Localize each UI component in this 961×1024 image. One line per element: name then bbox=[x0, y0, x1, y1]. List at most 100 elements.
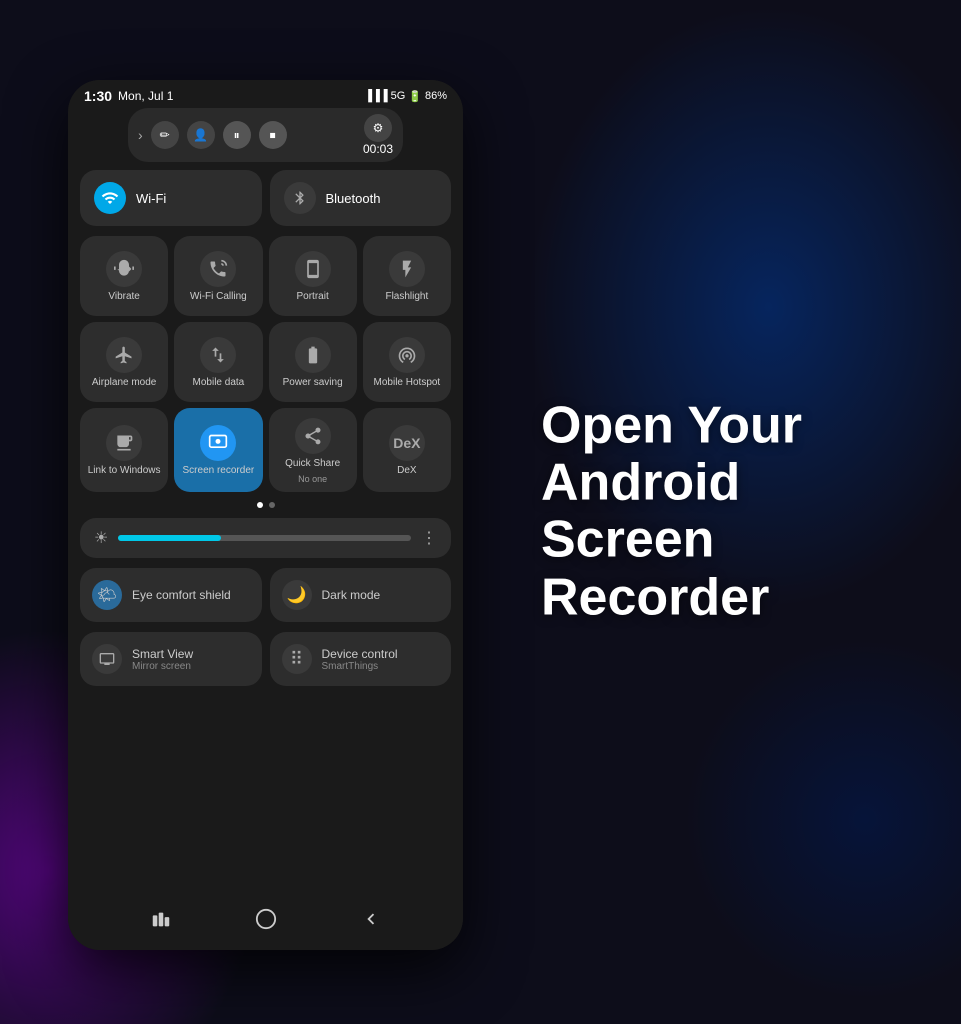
dark-mode-icon: 🌙 bbox=[282, 580, 312, 610]
device-control-tile[interactable]: ⠿ Device control SmartThings bbox=[270, 632, 452, 686]
quick-share-tile[interactable]: Quick Share No one bbox=[269, 408, 357, 492]
link-windows-tile[interactable]: Link to Windows bbox=[80, 408, 168, 492]
home-button[interactable] bbox=[255, 908, 277, 936]
smart-view-sublabel: Mirror screen bbox=[132, 661, 193, 672]
promo-title: Open Your Android Screen Recorder bbox=[541, 398, 921, 627]
bluetooth-icon bbox=[284, 182, 316, 214]
status-icons: ▐▐▐ 5G 🔋 86% bbox=[364, 90, 447, 103]
battery-icon: 🔋 bbox=[408, 90, 422, 103]
screen-recorder-tile[interactable]: Screen recorder bbox=[174, 408, 262, 492]
recorder-bar[interactable]: › ✏ 👤 ⏸ ⏹ ⚙ 00:03 bbox=[128, 108, 403, 162]
flashlight-label: Flashlight bbox=[385, 291, 428, 303]
bluetooth-label: Bluetooth bbox=[326, 191, 381, 206]
eye-comfort-tile[interactable]: 🌤 Eye comfort shield bbox=[80, 568, 262, 622]
eye-comfort-label: Eye comfort shield bbox=[132, 588, 231, 602]
portrait-label: Portrait bbox=[297, 291, 329, 303]
status-date: Mon, Jul 1 bbox=[118, 89, 173, 103]
wifi-calling-label: Wi-Fi Calling bbox=[190, 291, 247, 303]
dot-2 bbox=[269, 502, 275, 508]
wifi-label: Wi-Fi bbox=[136, 191, 166, 206]
vibrate-icon bbox=[106, 251, 142, 287]
comfort-row: 🌤 Eye comfort shield 🌙 Dark mode bbox=[80, 568, 451, 622]
back-button[interactable] bbox=[360, 908, 382, 936]
dex-label: DeX bbox=[397, 465, 416, 477]
promo-section: Open Your Android Screen Recorder bbox=[541, 398, 921, 627]
dark-mode-tile[interactable]: 🌙 Dark mode bbox=[270, 568, 452, 622]
dex-tile[interactable]: DeX DeX bbox=[363, 408, 451, 492]
signal-icon: ▐▐▐ bbox=[364, 90, 387, 102]
brightness-fill bbox=[118, 535, 220, 541]
hotspot-tile[interactable]: Mobile Hotspot bbox=[363, 322, 451, 402]
hotspot-label: Mobile Hotspot bbox=[374, 377, 441, 389]
recorder-timer: 00:03 bbox=[363, 142, 393, 156]
signal-type: 5G bbox=[391, 90, 406, 102]
dot-1 bbox=[257, 502, 263, 508]
flashlight-icon bbox=[389, 251, 425, 287]
airplane-tile[interactable]: Airplane mode bbox=[80, 322, 168, 402]
vibrate-label: Vibrate bbox=[108, 291, 140, 303]
brightness-row[interactable]: ☀ ⋮ bbox=[80, 518, 451, 558]
device-control-sublabel: SmartThings bbox=[322, 661, 398, 672]
status-time: 1:30 bbox=[84, 88, 112, 104]
smart-view-text: Smart View Mirror screen bbox=[132, 647, 193, 672]
flashlight-tile[interactable]: Flashlight bbox=[363, 236, 451, 316]
power-saving-tile[interactable]: Power saving bbox=[269, 322, 357, 402]
navigation-bar bbox=[68, 894, 463, 950]
camera-icon: 👤 bbox=[193, 128, 208, 142]
stop-icon: ⏹ bbox=[270, 128, 276, 143]
recorder-controls: › ✏ 👤 ⏸ ⏹ bbox=[138, 121, 287, 149]
hotspot-icon bbox=[389, 337, 425, 373]
brightness-more-icon[interactable]: ⋮ bbox=[421, 528, 437, 548]
dex-icon: DeX bbox=[389, 425, 425, 461]
quick-share-icon bbox=[295, 418, 331, 454]
recorder-settings-button[interactable]: ⚙ bbox=[364, 114, 392, 142]
power-saving-icon bbox=[295, 337, 331, 373]
mobile-data-tile[interactable]: Mobile data bbox=[174, 322, 262, 402]
screen-recorder-label: Screen recorder bbox=[183, 465, 255, 477]
recorder-pause-button[interactable]: ⏸ bbox=[223, 121, 251, 149]
mobile-data-label: Mobile data bbox=[193, 377, 245, 389]
wifi-calling-icon bbox=[200, 251, 236, 287]
quick-share-label: Quick Share bbox=[285, 458, 340, 470]
wifi-tile[interactable]: Wi-Fi bbox=[80, 170, 262, 226]
edit-icon: ✏ bbox=[160, 128, 170, 142]
tiles-grid: Vibrate Wi-Fi Calling Portrait bbox=[80, 236, 451, 492]
brightness-icon: ☀ bbox=[94, 528, 108, 548]
smart-view-icon bbox=[92, 644, 122, 674]
portrait-icon bbox=[295, 251, 331, 287]
vibrate-tile[interactable]: Vibrate bbox=[80, 236, 168, 316]
status-bar: 1:30 Mon, Jul 1 ▐▐▐ 5G 🔋 86% bbox=[68, 80, 463, 108]
portrait-tile[interactable]: Portrait bbox=[269, 236, 357, 316]
pause-icon: ⏸ bbox=[234, 128, 240, 143]
brightness-track[interactable] bbox=[118, 535, 411, 541]
recorder-stop-button[interactable]: ⏹ bbox=[259, 121, 287, 149]
link-windows-label: Link to Windows bbox=[88, 465, 161, 477]
wifi-calling-tile[interactable]: Wi-Fi Calling bbox=[174, 236, 262, 316]
smart-view-tile[interactable]: Smart View Mirror screen bbox=[80, 632, 262, 686]
mobile-data-icon bbox=[200, 337, 236, 373]
airplane-icon bbox=[106, 337, 142, 373]
link-windows-icon bbox=[106, 425, 142, 461]
bluetooth-tile[interactable]: Bluetooth bbox=[270, 170, 452, 226]
phone-mockup: 1:30 Mon, Jul 1 ▐▐▐ 5G 🔋 86% › ✏ 👤 ⏸ ⏹ bbox=[68, 80, 463, 950]
quick-share-sublabel: No one bbox=[298, 474, 327, 484]
device-control-text: Device control SmartThings bbox=[322, 647, 398, 672]
smart-view-label: Smart View bbox=[132, 647, 193, 661]
screen-recorder-icon bbox=[200, 425, 236, 461]
dark-mode-label: Dark mode bbox=[322, 588, 381, 602]
top-tiles-row: Wi-Fi Bluetooth bbox=[80, 170, 451, 226]
recent-apps-button[interactable] bbox=[150, 908, 172, 936]
settings-icon: ⚙ bbox=[373, 121, 384, 135]
bottom-row: Smart View Mirror screen ⠿ Device contro… bbox=[80, 632, 451, 686]
device-control-icon: ⠿ bbox=[282, 644, 312, 674]
airplane-label: Airplane mode bbox=[92, 377, 156, 389]
quick-settings-panel: Wi-Fi Bluetooth Vibrate bbox=[68, 162, 463, 694]
page-indicators bbox=[80, 502, 451, 508]
power-saving-label: Power saving bbox=[283, 377, 343, 389]
recorder-edit-button[interactable]: ✏ bbox=[151, 121, 179, 149]
eye-comfort-icon: 🌤 bbox=[92, 580, 122, 610]
recorder-chevron-icon[interactable]: › bbox=[138, 127, 143, 143]
wifi-icon bbox=[94, 182, 126, 214]
recorder-camera-button[interactable]: 👤 bbox=[187, 121, 215, 149]
device-control-label: Device control bbox=[322, 647, 398, 661]
